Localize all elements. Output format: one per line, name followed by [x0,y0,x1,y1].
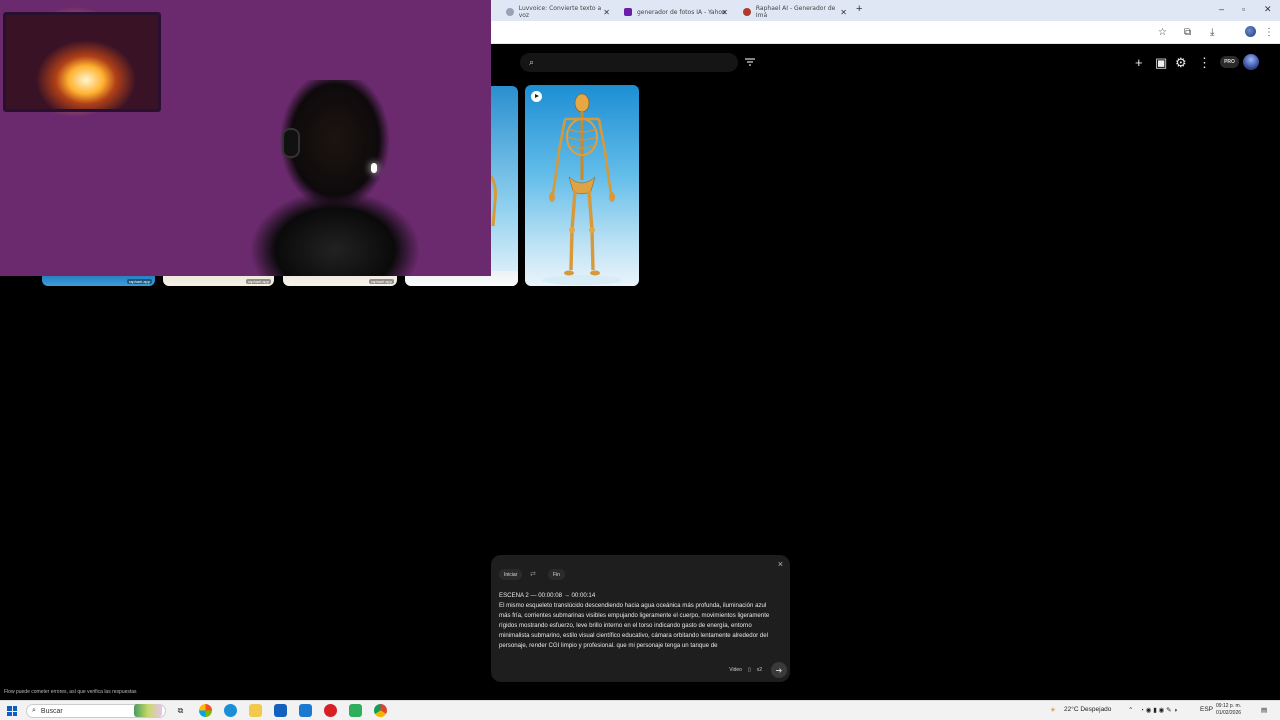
search-input[interactable]: ⌕ [520,53,738,72]
edge-icon[interactable] [224,704,237,717]
weather-text[interactable]: 22°C Despejado [1064,706,1111,713]
notification-icon[interactable]: ▤ [1261,706,1267,714]
minimize-button[interactable]: – [1219,4,1224,14]
skeleton-image [542,93,622,285]
windows-start-icon[interactable] [7,706,17,716]
watermark: raphael.app [245,279,271,284]
tab-favicon-icon [506,8,514,16]
taskbar-clock[interactable]: 09:12 p. m. 01/02/2026 [1216,703,1241,717]
prompt-textarea[interactable]: ESCENA 2 — 00:00:08 → 00:00:14 El mismo … [499,591,775,651]
close-window-button[interactable]: ✕ [1264,4,1272,15]
tab-title: generador de fotos IA - Yahoo [637,8,726,16]
tab-title: Raphael AI - Generador de Imá [755,5,836,19]
tray-icons[interactable]: ◔ ◉ ▮ ◉ ✎ ◑ [1140,706,1177,714]
play-icon[interactable] [531,91,542,102]
start-frame-button[interactable]: Iniciar [499,569,523,580]
prompt-text: El mismo esqueleto translúcido descendie… [499,602,770,649]
filter-icon[interactable] [744,56,756,68]
search-icon: ⌕ [32,707,36,714]
mail-icon[interactable] [299,704,312,717]
close-tab-icon[interactable]: ✕ [603,8,610,17]
gallery-thumbnail-skeleton[interactable] [525,85,639,286]
widget-icon[interactable] [134,704,162,717]
watermark: raphael.app [368,279,394,284]
send-button[interactable]: ➔ [771,662,787,678]
scene-heading: ESCENA 2 — 00:00:08 → 00:00:14 [499,592,596,599]
pro-badge: PRO [1220,56,1239,68]
avatar[interactable] [1243,54,1259,70]
light-glare [371,163,377,173]
tab-luvvoice[interactable]: Luvvoice: Convierte texto a voz ✕ [498,3,610,21]
language-indicator[interactable]: ESP [1200,706,1213,713]
swap-icon[interactable]: ⇄ [530,570,536,578]
tab-raphael[interactable]: Raphael AI - Generador de Imá ✕ [735,3,847,21]
webcam-overlay [0,0,491,276]
tab-yahoo[interactable]: generador de fotos IA - Yahoo ✕ [616,3,728,21]
mode-selector[interactable]: Video [729,667,742,673]
chevron-up-icon[interactable]: ⌃ [1128,706,1133,714]
fireplace-screen-image [3,12,161,112]
prompt-panel: × Iniciar ⇄ Fin ESCENA 2 — 00:00:08 → 00… [491,555,790,682]
arrow-right-icon: ➔ [775,665,783,675]
streamer-image [250,80,420,276]
download-icon[interactable]: ⤓ [1210,27,1214,38]
opera-icon[interactable] [324,704,337,717]
maximize-button[interactable]: ▫ [1242,4,1245,14]
clock-time: 09:12 p. m. [1216,703,1242,709]
taskbar-search-label: Buscar [40,707,63,715]
app-icon[interactable] [349,704,362,717]
file-explorer-icon[interactable] [249,704,262,717]
film-icon[interactable]: ▣ [1155,55,1167,71]
store-icon[interactable] [274,704,287,717]
plus-icon[interactable]: + [1135,55,1143,70]
weather-icon: ☀ [1050,707,1056,714]
more-icon[interactable]: ⋮ [1198,55,1211,71]
close-icon[interactable]: × [778,559,783,569]
gallery-thumbnail[interactable] [491,86,518,286]
panel-footer: Video ▯ x2 [729,667,762,673]
search-icon: ⌕ [529,57,535,67]
extensions-icon[interactable]: ⧉ [1184,27,1191,38]
skeleton-image [491,175,497,227]
aspect-icon[interactable]: ▯ [748,667,751,673]
disclaimer-text: Flow puede cometer errores, así que veri… [4,689,137,695]
new-tab-button[interactable]: + [856,3,862,15]
tab-title: Luvvoice: Convierte texto a voz [518,5,602,19]
browser-menu-icon[interactable]: ⋮ [1264,27,1274,38]
headset-image [282,128,300,158]
close-tab-icon[interactable]: ✕ [721,8,728,17]
end-frame-button[interactable]: Fin [548,569,565,580]
chrome-icon[interactable] [374,704,387,717]
taskbar: ⌕ Buscar ⧉ ☀ 22°C Despejado ⌃ ◔ ◉ ▮ ◉ ✎ … [0,700,1280,720]
bookmark-star-icon[interactable]: ☆ [1158,27,1167,38]
tab-favicon-icon [624,8,632,16]
browser-profile-avatar[interactable] [1245,26,1256,37]
close-tab-icon[interactable]: ✕ [840,8,847,17]
clock-date: 01/02/2026 [1216,710,1242,716]
gear-icon[interactable]: ⚙ [1175,55,1187,71]
count-selector[interactable]: x2 [757,667,762,673]
tab-favicon-icon [743,8,751,16]
task-view-icon[interactable]: ⧉ [174,704,187,717]
screen: Luvvoice: Convierte texto a voz ✕ genera… [0,0,1280,720]
watermark: raphael.app [126,279,152,284]
copilot-icon[interactable] [199,704,212,717]
